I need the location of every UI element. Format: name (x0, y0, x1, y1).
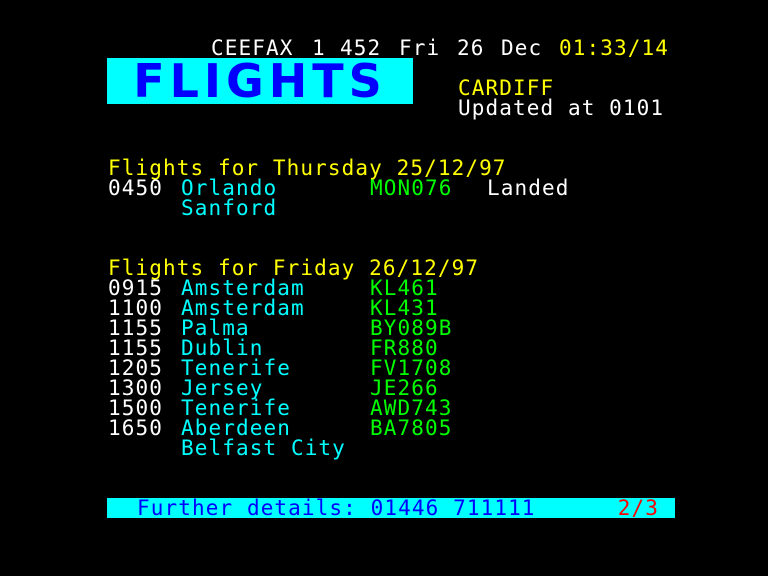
flight-time: 0915 (108, 276, 163, 300)
flight-destination: Jersey (181, 376, 264, 400)
footer-bar: Further details: 01446 711111 2/3 (107, 496, 675, 520)
flight-destination: Tenerife (181, 396, 291, 420)
flight-number: FV1708 (370, 356, 453, 380)
flight-status: Landed (487, 176, 570, 200)
flight-time: 1205 (108, 356, 163, 380)
flight-number: MON076 (370, 176, 453, 200)
flight-number: BY089B (370, 316, 453, 340)
flight-number: FR880 (370, 336, 439, 360)
flight-destination: Amsterdam (181, 296, 305, 320)
updated-time: Updated at 0101 (458, 96, 665, 120)
flight-time: 1155 (108, 336, 163, 360)
flight-destination: Aberdeen (181, 416, 291, 440)
flight-number: KL461 (370, 276, 439, 300)
flight-time: 1100 (108, 296, 163, 320)
flight-destination: Amsterdam (181, 276, 305, 300)
flight-destination: Tenerife (181, 356, 291, 380)
header-month: Dec (501, 36, 543, 60)
header-date: 26 (457, 36, 485, 60)
location-city: CARDIFF (458, 76, 555, 100)
subpage-indicator: 2/3 (617, 496, 659, 520)
flight-time: 1300 (108, 376, 163, 400)
flight-destination: Orlando (181, 176, 278, 200)
flight-destination-line2: Sanford (181, 196, 278, 220)
flight-destination: Dublin (181, 336, 264, 360)
flight-destination-line2: Belfast City (181, 436, 346, 460)
header-clock: 01:33/14 (559, 36, 669, 60)
section-heading-friday: Flights for Friday 26/12/97 (108, 256, 480, 280)
flight-time: 1500 (108, 396, 163, 420)
header-day: Fri (399, 36, 441, 60)
flight-number: KL431 (370, 296, 439, 320)
flights-logo: FLIGHTS (107, 58, 413, 104)
flight-number: AWD743 (370, 396, 453, 420)
flight-time: 0450 (108, 176, 163, 200)
further-details: Further details: 01446 711111 (137, 496, 536, 520)
flight-time: 1650 (108, 416, 163, 440)
teletext-screen: CEEFAX 1 452 Fri 26 Dec 01:33/14 FLIGHTS… (0, 0, 768, 576)
section-heading-thursday: Flights for Thursday 25/12/97 (108, 156, 507, 180)
flight-destination: Palma (181, 316, 250, 340)
flight-number: BA7805 (370, 416, 453, 440)
flights-logo-text: FLIGHTS (133, 54, 387, 108)
flight-time: 1155 (108, 316, 163, 340)
flight-number: JE266 (370, 376, 439, 400)
